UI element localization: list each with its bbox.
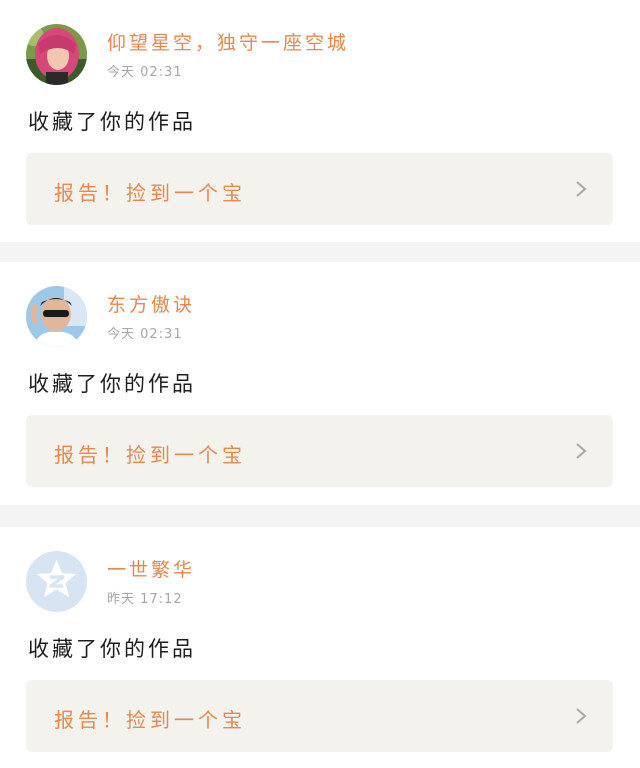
username[interactable]: 东方傲诀 [107,290,195,317]
avatar[interactable] [26,551,87,612]
avatar-default-qzone-icon [26,551,87,612]
avatar[interactable] [26,24,87,85]
action-text: 收藏了你的作品 [28,637,196,661]
timestamp: 昨天 17:12 [107,592,183,607]
action-text: 收藏了你的作品 [28,372,196,396]
timestamp: 今天 02:31 [107,65,183,80]
shared-work-link[interactable]: 报告！捡到一个宝 [26,153,613,225]
chevron-right-icon [575,707,587,725]
avatar-sunglasses-man-icon [26,286,87,347]
timestamp: 今天 02:31 [107,327,183,342]
avatar[interactable] [26,286,87,347]
shared-work-link[interactable]: 报告！捡到一个宝 [26,680,613,752]
username[interactable]: 仰望星空，独守一座空城 [107,28,349,55]
notification-card: 仰望星空，独守一座空城 今天 02:31 收藏了你的作品 报告！捡到一个宝 [0,0,640,242]
username[interactable]: 一世繁华 [107,555,195,582]
notification-card: 东方傲诀 今天 02:31 收藏了你的作品 报告！捡到一个宝 [0,262,640,505]
chevron-right-icon [575,180,587,198]
shared-work-link-label: 报告！捡到一个宝 [54,181,246,205]
notification-card: 一世繁华 昨天 17:12 收藏了你的作品 报告！捡到一个宝 [0,527,640,768]
action-text: 收藏了你的作品 [28,110,196,134]
shared-work-link-label: 报告！捡到一个宝 [54,708,246,732]
notification-feed: 仰望星空，独守一座空城 今天 02:31 收藏了你的作品 报告！捡到一个宝 东方… [0,0,640,768]
shared-work-link[interactable]: 报告！捡到一个宝 [26,415,613,487]
avatar-pink-hair-icon [26,24,87,85]
chevron-right-icon [575,442,587,460]
shared-work-link-label: 报告！捡到一个宝 [54,443,246,467]
